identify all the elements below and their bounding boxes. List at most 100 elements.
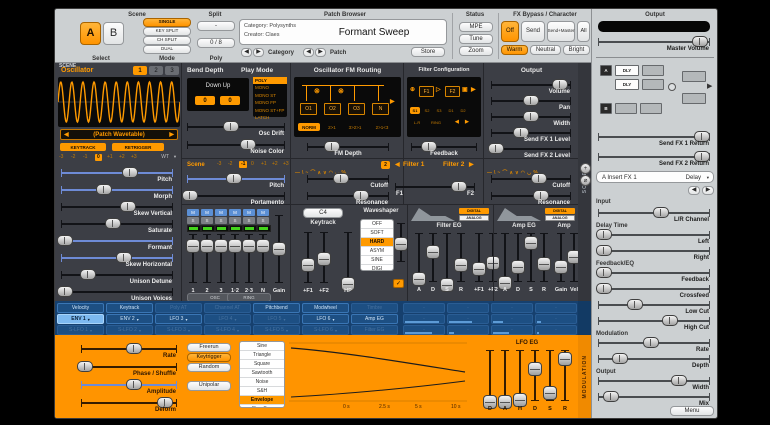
scene-width-slider[interactable]: Width	[491, 111, 571, 128]
mixer-solo-3[interactable]: S	[215, 217, 227, 224]
osc-saturate-slider[interactable]: Saturate	[61, 218, 173, 235]
octave-plus2[interactable]: +2	[119, 155, 125, 160]
lfo-eg-release-fader[interactable]: R	[558, 348, 572, 412]
fader-handle[interactable]	[228, 239, 242, 253]
scene-octave-selector[interactable]: -3 -2 -1 0 +1 +2 +3	[217, 160, 289, 170]
filter2-cutoff-slider[interactable]: Cutoff	[491, 173, 571, 190]
slider-handle[interactable]	[182, 190, 198, 201]
fader-handle[interactable]	[242, 239, 256, 253]
fader-handle[interactable]	[454, 258, 468, 272]
slider-handle[interactable]	[653, 207, 669, 218]
mode-chsplit-button[interactable]: CH SPLIT	[143, 36, 191, 45]
mode-keysplit-button[interactable]: KEY SPLIT	[143, 27, 191, 36]
filter2-link-button[interactable]: +	[580, 163, 591, 174]
fader-handle[interactable]	[256, 239, 270, 253]
amp-eg-release-fader[interactable]: R	[537, 231, 551, 293]
mixer-fader-1[interactable]: 1	[186, 232, 200, 294]
slider-handle[interactable]	[488, 143, 504, 154]
digital-option[interactable]: DIGITAL	[545, 208, 575, 214]
slider-handle[interactable]	[126, 343, 142, 354]
lfo-eg-delay-fader[interactable]: D	[483, 348, 497, 412]
slider-handle[interactable]	[596, 283, 612, 294]
mod-src-polyat[interactable]: Poly AT	[155, 303, 202, 313]
play-mode-mono[interactable]: MONO	[253, 84, 287, 91]
mixer-fader-3[interactable]: 3	[214, 232, 228, 294]
fx-mod-depth-slider[interactable]: Depth	[598, 353, 710, 370]
mixer-mute-noise[interactable]: M	[257, 209, 269, 216]
category-prev-button[interactable]: ◀	[241, 48, 252, 57]
fc-s3-button[interactable]: S3	[434, 107, 444, 114]
slider-handle[interactable]	[627, 299, 643, 310]
scene-octave-plus2[interactable]: +2	[272, 162, 278, 167]
lfo-deform-slider[interactable]: Deform	[81, 397, 177, 414]
scene-sendfx1-slider[interactable]: Send FX 1 Level	[491, 127, 571, 144]
mixer-solo-noise[interactable]: S	[257, 217, 269, 224]
slider-handle[interactable]	[126, 379, 142, 390]
category-next-button[interactable]: ▶	[253, 48, 264, 57]
bend-down-value[interactable]: 0	[195, 96, 215, 105]
mod-src-slfo4[interactable]: S-LFO 4▾	[204, 325, 251, 335]
fx-next-button[interactable]: ▶	[702, 186, 714, 195]
fader-handle[interactable]	[186, 239, 200, 253]
fader-handle[interactable]	[472, 262, 486, 276]
fx-width-slider[interactable]: Width	[598, 375, 710, 392]
lfo-random-button[interactable]: Random	[187, 363, 231, 372]
wt-caret-icon[interactable]: ▼	[173, 155, 177, 159]
mod-slot[interactable]: -	[403, 314, 445, 324]
slider-handle[interactable]	[612, 353, 628, 364]
lfo-shape-square[interactable]: Square	[240, 360, 284, 369]
menu-button[interactable]: Menu	[670, 406, 714, 416]
slider-handle[interactable]	[596, 229, 612, 240]
fader-handle[interactable]	[214, 239, 228, 253]
fx-crossfeed-slider[interactable]: Crossfeed	[598, 283, 710, 300]
osc-skew-horizontal-slider[interactable]: Skew Horizontal	[61, 252, 173, 269]
mod-src-env1[interactable]: ENV 1▾	[57, 314, 104, 324]
amp-eg-mode-toggle[interactable]: DIGITAL ANALOG	[545, 208, 575, 221]
zoom-button[interactable]: Zoom	[459, 46, 493, 56]
slider-handle[interactable]	[122, 167, 138, 178]
keytrack-f2-fader[interactable]: +F2	[317, 230, 331, 294]
fx-node-insert[interactable]	[642, 79, 664, 90]
play-mode-mono-stfp[interactable]: MONO ST+FP	[253, 107, 287, 114]
lfo-shape-stepseq[interactable]: Step Seq	[240, 405, 284, 408]
osc-skew-vertical-slider[interactable]: Skew Vertical	[61, 201, 173, 218]
fx-node-dly2[interactable]: DLY	[615, 79, 639, 90]
scene-pan-slider[interactable]: Pan	[491, 95, 571, 112]
play-mode-mono-st[interactable]: MONO ST	[253, 92, 287, 99]
fader-handle[interactable]	[511, 260, 525, 274]
mod-src-env2[interactable]: ENV 2▾	[106, 314, 153, 324]
mod-src-filtereg[interactable]: Filter EG	[351, 325, 398, 335]
fader-handle[interactable]	[528, 362, 542, 376]
slider-handle[interactable]	[671, 375, 687, 386]
mixer-mute-3[interactable]: M	[215, 209, 227, 216]
fx-node-insert[interactable]	[615, 103, 637, 114]
fader-handle[interactable]	[554, 260, 568, 274]
mod-src-pitchbend[interactable]: Pitchbend	[253, 303, 300, 313]
mode-single-button[interactable]: SINGLE	[143, 18, 191, 27]
fader-handle[interactable]	[537, 257, 551, 271]
mod-src-keytrack[interactable]: Keytrack	[106, 303, 153, 313]
fc-ring-button[interactable]: RING	[427, 119, 445, 126]
wavetable-prev-icon[interactable]: ◀	[64, 132, 69, 138]
fader-handle[interactable]	[513, 393, 527, 407]
mixer-solo-1[interactable]: S	[187, 217, 199, 224]
mod-src-modwheel[interactable]: Modwheel	[302, 303, 349, 313]
amp-eg-decay-fader[interactable]: D	[511, 231, 525, 293]
octave-minus1[interactable]: -1	[83, 155, 87, 160]
slider-handle[interactable]	[523, 111, 539, 122]
filter1-cutoff-slider[interactable]: Cutoff	[307, 173, 389, 190]
fader-handle[interactable]	[543, 386, 557, 400]
mode-dual-button[interactable]: DUAL	[143, 45, 191, 54]
mod-src-slfo2[interactable]: S-LFO 2▾	[106, 325, 153, 335]
filter2-label[interactable]: Filter 2	[443, 162, 464, 169]
osc-tab-3[interactable]: 3	[165, 66, 179, 75]
lfo-eg-sustain-fader[interactable]: S	[543, 348, 557, 412]
mod-slot[interactable]: -	[535, 325, 577, 335]
waveshaper-enable-checkbox[interactable]: ✓	[393, 279, 404, 288]
play-mode-mono-fp[interactable]: MONO FP	[253, 99, 287, 106]
ws-soft[interactable]: SOFT	[361, 229, 393, 238]
scene-a-button[interactable]: A	[80, 22, 101, 45]
slider-handle[interactable]	[596, 245, 612, 256]
filter-eg-f1depth-fader[interactable]: +F1	[472, 231, 486, 293]
mixer-fader-2[interactable]: 2	[200, 232, 214, 294]
